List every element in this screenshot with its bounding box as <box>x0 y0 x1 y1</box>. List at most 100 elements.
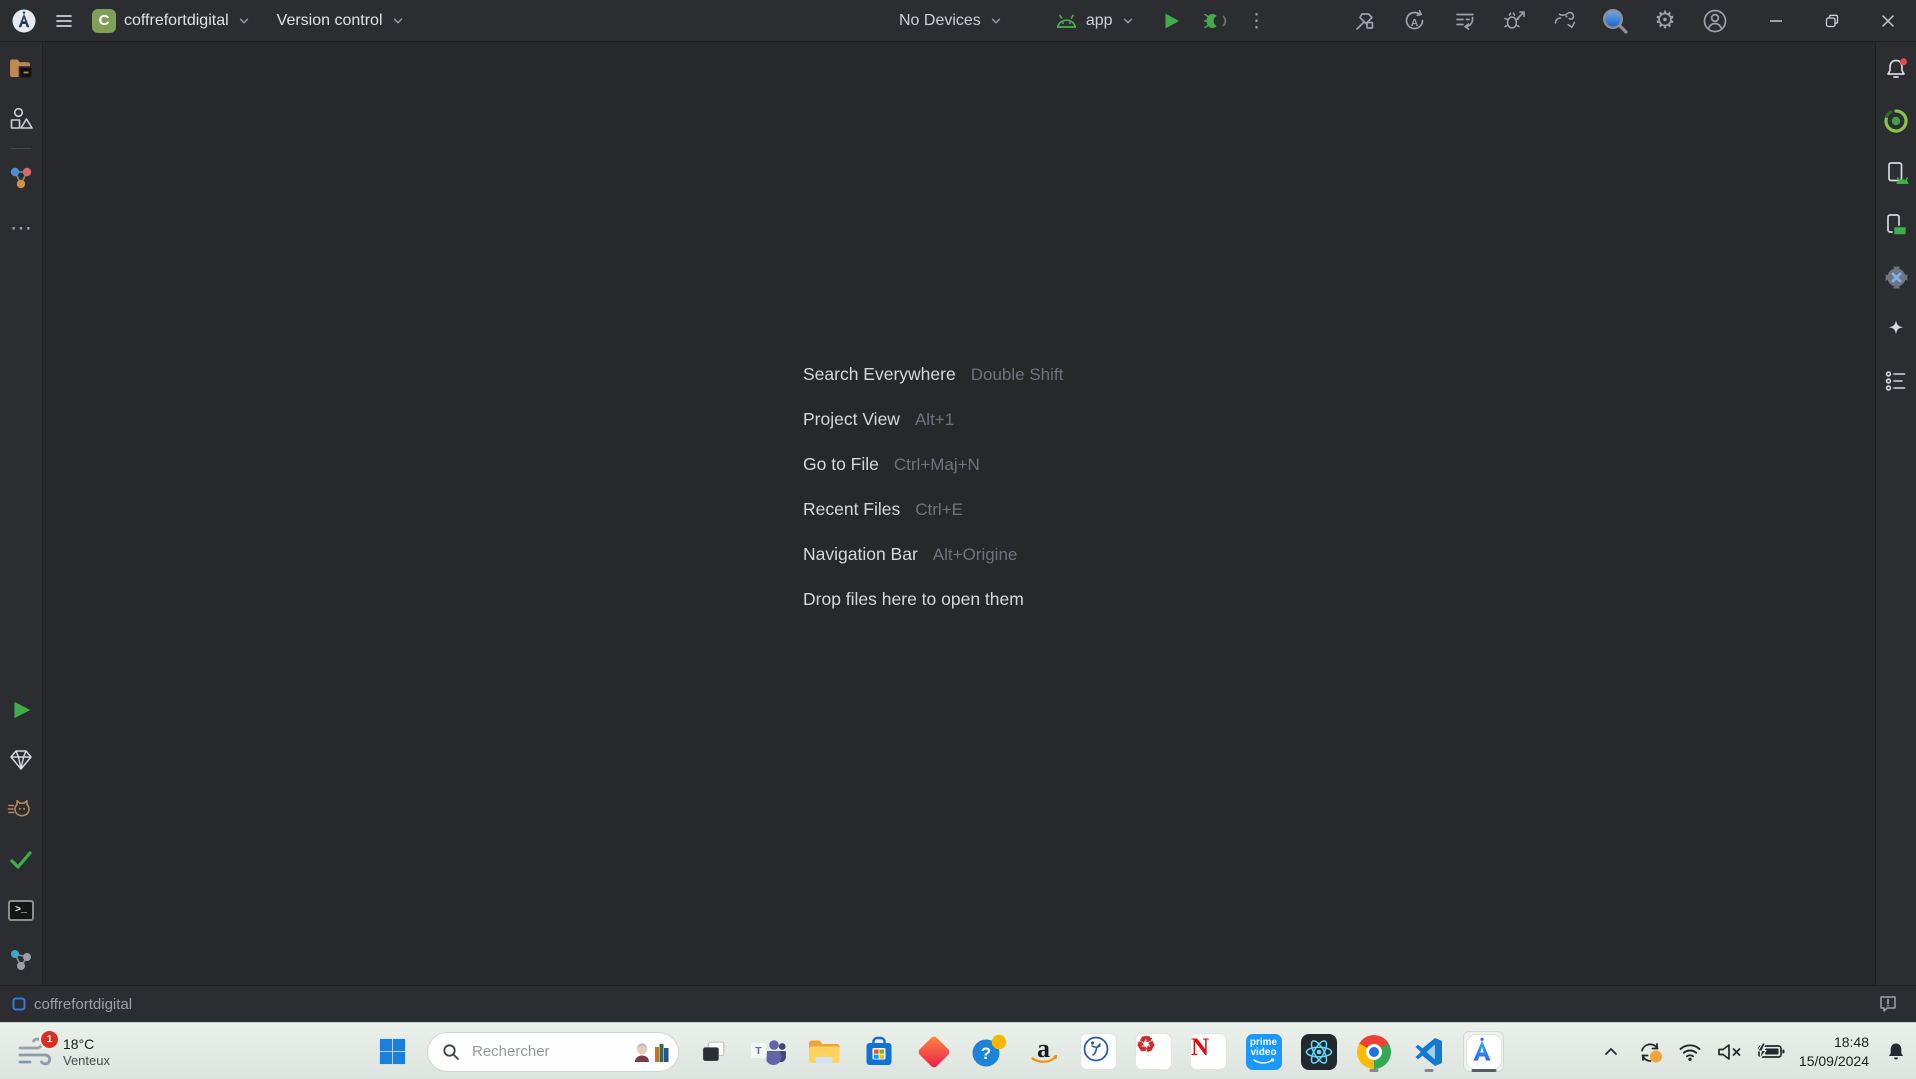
project-folder-icon <box>7 56 35 82</box>
run-button[interactable] <box>1155 5 1187 37</box>
weather-condition: Venteux <box>63 1053 110 1069</box>
more-run-options-button[interactable]: ⋮ <box>1241 5 1273 37</box>
debug-button[interactable] <box>1199 5 1231 37</box>
lines-rerun-icon <box>1453 9 1477 33</box>
taskbar-app-microsoft-store[interactable] <box>858 1031 899 1072</box>
project-tool-window-button[interactable] <box>4 54 38 84</box>
device-selector-label: No Devices <box>899 12 981 30</box>
logcat-tool-window-button[interactable] <box>4 795 38 825</box>
running-indicator <box>1424 1069 1433 1072</box>
todo-tool-window-button[interactable] <box>1879 366 1913 396</box>
active-indicator <box>1471 1069 1496 1073</box>
prime-video-icon: prime video <box>1246 1034 1282 1070</box>
taskbar-app-react[interactable] <box>1298 1031 1339 1072</box>
notification-center-button[interactable] <box>1880 1032 1912 1072</box>
device-manager-button[interactable] <box>1879 158 1913 188</box>
more-horizontal-icon: ⋯ <box>10 217 32 239</box>
sparkle-icon <box>1884 317 1908 341</box>
weather-widget[interactable]: 1 18°C Venteux <box>10 1023 116 1079</box>
battery-button[interactable] <box>1752 1032 1788 1072</box>
start-button[interactable] <box>372 1031 413 1072</box>
taskbar-app-recycle[interactable]: ♻ <box>1133 1031 1174 1072</box>
search-everywhere-button[interactable] <box>1598 5 1632 37</box>
wifi-button[interactable] <box>1674 1032 1706 1072</box>
taskbar-app-amazon[interactable]: a <box>1023 1031 1064 1072</box>
hint-label: Navigation Bar <box>803 544 918 565</box>
version-control-menu[interactable]: Version control <box>273 9 409 33</box>
android-studio-icon <box>1467 1035 1501 1069</box>
system-tray: 18:48 15/09/2024 <box>1595 1023 1912 1079</box>
taskbar-app-netflix[interactable]: N <box>1188 1031 1229 1072</box>
terminal-tool-window-button[interactable]: >_ <box>4 895 38 925</box>
taskbar-app-file-explorer[interactable] <box>803 1031 844 1072</box>
app-insights-tool-window-button[interactable] <box>4 163 38 193</box>
close-button[interactable] <box>1860 0 1916 42</box>
app-quality-insights-button[interactable] <box>1879 262 1913 292</box>
event-log-button[interactable] <box>1872 990 1904 1018</box>
battery-charging-icon <box>1755 1042 1785 1061</box>
profiler-button[interactable] <box>1448 5 1482 37</box>
minimize-button[interactable] <box>1748 0 1804 42</box>
restore-button[interactable] <box>1804 0 1860 42</box>
account-button[interactable] <box>1698 5 1732 37</box>
project-selector[interactable]: C coffrefortdigital <box>88 6 255 36</box>
status-project-name[interactable]: coffrefortdigital <box>34 996 132 1013</box>
task-view-button[interactable] <box>693 1031 734 1072</box>
run-tool-window-button[interactable] <box>4 695 38 725</box>
title-bar: C coffrefortdigital Version control No D… <box>0 0 1916 42</box>
hint-label: Project View <box>803 409 900 430</box>
run-configuration-selector[interactable]: app <box>1051 9 1139 33</box>
status-bar-right <box>1872 990 1904 1018</box>
gem-tool-window-button[interactable] <box>4 745 38 775</box>
version-control-label: Version control <box>277 12 383 30</box>
hint-row: Navigation Bar Alt+Origine <box>803 532 1063 577</box>
terminal-icon: >_ <box>8 900 34 921</box>
taskbar-app-red-diamond[interactable] <box>913 1031 954 1072</box>
settings-button[interactable]: ⚙ <box>1648 5 1682 37</box>
android-studio-window: C coffrefortdigital Version control No D… <box>0 0 1916 1079</box>
gradle-sync-button[interactable] <box>1548 5 1582 37</box>
title-bar-left: C coffrefortdigital Version control <box>0 5 409 37</box>
attach-debugger-button[interactable] <box>1498 5 1532 37</box>
build-button[interactable] <box>1348 5 1382 37</box>
molecule-icon <box>7 164 35 192</box>
run-play-icon <box>1160 10 1182 32</box>
tray-overflow-button[interactable] <box>1595 1032 1627 1072</box>
device-selector[interactable]: No Devices <box>895 9 1007 33</box>
editor-empty-area: Search Everywhere Double Shift Project V… <box>43 42 1875 985</box>
hint-label: Recent Files <box>803 499 900 520</box>
taskbar-search[interactable] <box>427 1032 679 1072</box>
vscode-icon <box>1413 1036 1445 1068</box>
taskbar-app-blue-emblem[interactable] <box>1078 1031 1119 1072</box>
amazon-icon: a <box>1027 1035 1060 1068</box>
taskbar-app-android-studio[interactable] <box>1463 1031 1504 1072</box>
taskbar-app-teams[interactable]: T <box>748 1031 789 1072</box>
gemini-button[interactable] <box>1879 314 1913 344</box>
taskbar-app-chrome[interactable] <box>1353 1031 1394 1072</box>
wifi-icon <box>1678 1042 1702 1062</box>
taskbar-app-get-help[interactable]: ? <box>968 1031 1009 1072</box>
search-input[interactable] <box>470 1042 614 1061</box>
running-indicator <box>1369 1069 1378 1072</box>
notifications-button[interactable] <box>1879 54 1913 84</box>
project-badge: C <box>92 9 116 33</box>
taskbar-app-prime-video[interactable]: prime video <box>1243 1031 1284 1072</box>
volume-button[interactable] <box>1713 1032 1745 1072</box>
gradle-tool-window-button[interactable] <box>1879 106 1913 136</box>
update-restart-button[interactable] <box>1634 1032 1667 1072</box>
teams-icon: T <box>750 1037 787 1067</box>
resource-manager-button[interactable] <box>4 104 38 134</box>
main-menu-button[interactable] <box>48 5 80 37</box>
red-diamond-icon <box>917 1035 951 1069</box>
search-highlight-images <box>632 1041 670 1063</box>
running-devices-button[interactable] <box>1879 210 1913 240</box>
chevron-down-icon <box>237 14 251 28</box>
taskbar-app-vscode[interactable] <box>1408 1031 1449 1072</box>
clock-widget[interactable]: 18:48 15/09/2024 <box>1795 1033 1873 1069</box>
more-tool-windows-button[interactable]: ⋯ <box>4 213 38 243</box>
hint-row: Drop files here to open them <box>803 577 1063 622</box>
hammer-icon <box>1353 9 1377 33</box>
sync-translate-button[interactable]: A <box>1398 5 1432 37</box>
build-result-tool-window-button[interactable] <box>4 845 38 875</box>
version-control-tool-window-button[interactable] <box>4 945 38 975</box>
